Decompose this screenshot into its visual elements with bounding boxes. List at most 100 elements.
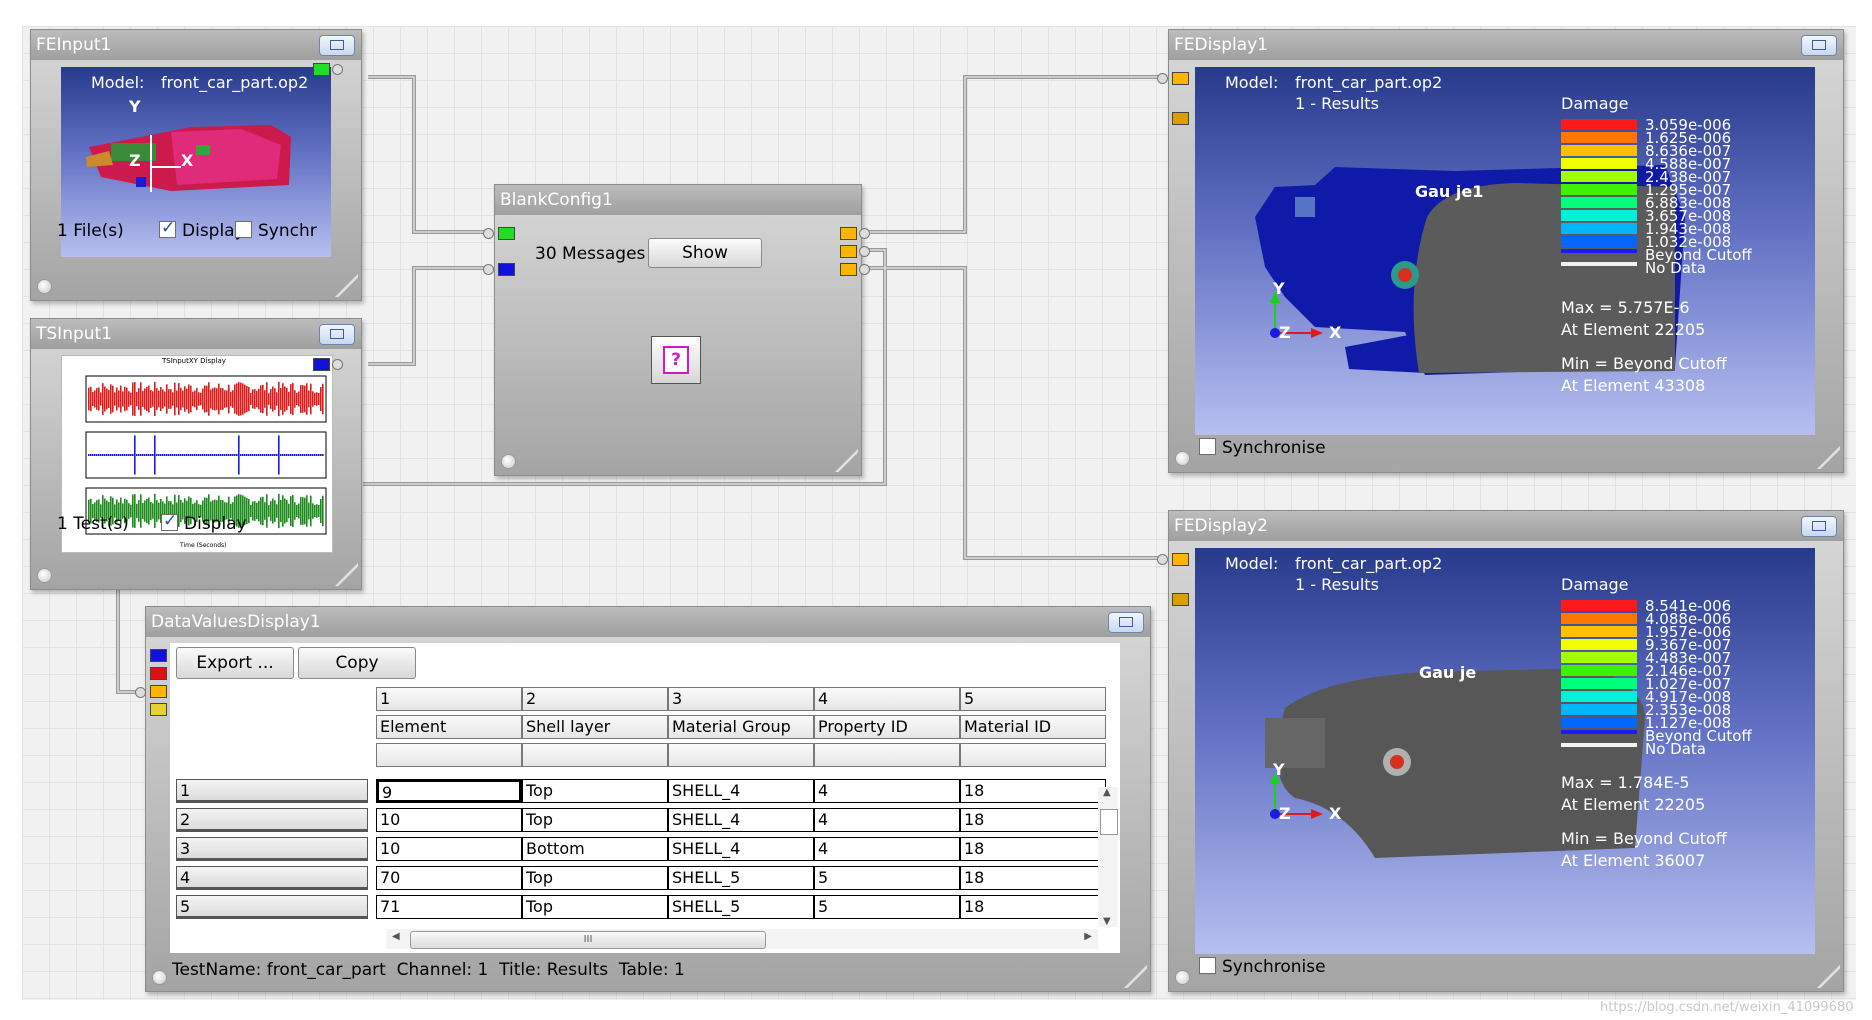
output-port-orange[interactable] (1172, 112, 1189, 125)
scroll-left-icon[interactable]: ◀ (392, 931, 400, 942)
row-header[interactable]: 4 (176, 866, 368, 890)
output-pin[interactable] (332, 64, 343, 75)
fe-display-2-title[interactable]: FEDisplay2 (1169, 511, 1843, 541)
table-cell[interactable]: 70 (376, 866, 522, 890)
table-cell[interactable]: 5 (814, 895, 960, 919)
column-filter-cell[interactable] (814, 743, 960, 767)
scroll-thumb[interactable]: III (410, 931, 766, 949)
resize-handle[interactable] (332, 560, 358, 586)
table-cell[interactable]: 18 (960, 837, 1106, 861)
column-name-header[interactable]: Element (376, 715, 522, 739)
row-header[interactable]: 2 (176, 808, 368, 832)
table-cell[interactable]: 10 (376, 808, 522, 832)
input-port-orange[interactable] (1172, 553, 1189, 566)
vertical-scrollbar[interactable]: ▲ ▼ (1098, 787, 1118, 927)
column-filter-cell[interactable] (960, 743, 1106, 767)
input-port-orange[interactable] (1172, 72, 1189, 85)
display-checkbox[interactable] (159, 218, 176, 238)
table-cell[interactable]: 18 (960, 866, 1106, 890)
display-checkbox[interactable] (161, 511, 178, 531)
column-number-header[interactable]: 3 (668, 687, 814, 711)
scroll-right-icon[interactable]: ▶ (1084, 931, 1092, 942)
output-port-orange[interactable] (840, 245, 857, 258)
table-cell[interactable]: SHELL_4 (668, 837, 814, 861)
table-cell[interactable]: SHELL_4 (668, 779, 814, 803)
output-pin[interactable] (332, 359, 343, 370)
synchronise-checkbox[interactable] (235, 221, 252, 238)
export-button[interactable]: Export ... (176, 647, 294, 679)
input-port-blue[interactable] (150, 649, 167, 662)
display-toggle[interactable]: Display (161, 511, 247, 534)
table-cell[interactable]: Top (522, 808, 668, 832)
resize-handle[interactable] (832, 446, 858, 472)
input-pin[interactable] (1157, 73, 1168, 84)
output-pin[interactable] (859, 246, 870, 257)
ts-input-title[interactable]: TSInput1 (31, 319, 361, 349)
table-cell[interactable]: Top (522, 779, 668, 803)
column-filter-cell[interactable] (522, 743, 668, 767)
table-cell[interactable]: Bottom (522, 837, 668, 861)
fe-input-title[interactable]: FEInput1 (31, 30, 361, 60)
table-cell[interactable]: 5 (814, 866, 960, 890)
ts-input-node[interactable]: TSInput1 TSInputXY Display Time (Seconds… (30, 318, 362, 590)
table-cell[interactable]: Top (522, 866, 668, 890)
resize-handle[interactable] (1814, 962, 1840, 988)
table-cell[interactable]: 9 (376, 779, 522, 803)
resize-handle[interactable] (1121, 962, 1147, 988)
synchronise-toggle[interactable]: Synchronise (1199, 957, 1326, 977)
input-port-yellow[interactable] (150, 703, 167, 716)
input-port-orange[interactable] (150, 685, 167, 698)
column-number-header[interactable]: 1 (376, 687, 522, 711)
table-cell[interactable]: SHELL_4 (668, 808, 814, 832)
input-pin[interactable] (483, 264, 494, 275)
synchronise-checkbox[interactable] (1199, 438, 1216, 455)
table-cell[interactable]: 18 (960, 779, 1106, 803)
column-name-header[interactable]: Property ID (814, 715, 960, 739)
output-port-blue[interactable] (313, 358, 330, 371)
column-name-header[interactable]: Material Group (668, 715, 814, 739)
input-port-red[interactable] (150, 667, 167, 680)
data-values-title[interactable]: DataValuesDisplay1 (146, 607, 1150, 637)
output-pin[interactable] (859, 264, 870, 275)
output-port-green[interactable] (313, 63, 330, 76)
blank-config-title[interactable]: BlankConfig1 (495, 185, 861, 215)
table-cell[interactable]: 18 (960, 895, 1106, 919)
table-cell[interactable]: 4 (814, 837, 960, 861)
input-pin[interactable] (135, 687, 146, 698)
maximize-button[interactable] (1108, 612, 1144, 633)
data-table[interactable]: 1 Element 2 Shell layer 3 Material Group 4 Prop… (176, 687, 1106, 921)
scroll-thumb[interactable] (1100, 809, 1118, 835)
output-pin[interactable] (859, 228, 870, 239)
blank-config-node[interactable]: BlankConfig1 30 Messages Show ? (483, 184, 870, 476)
row-header[interactable]: 5 (176, 895, 368, 919)
column-number-header[interactable]: 2 (522, 687, 668, 711)
synchronise-checkbox[interactable] (1199, 957, 1216, 974)
input-port-blue[interactable] (498, 263, 515, 276)
copy-button[interactable]: Copy (298, 647, 416, 679)
maximize-button[interactable] (1801, 516, 1837, 537)
synchronise-toggle[interactable]: Synchronise (1199, 438, 1326, 458)
column-name-header[interactable]: Shell layer (522, 715, 668, 739)
table-cell[interactable]: 4 (814, 808, 960, 832)
fe-display-2-node[interactable]: FEDisplay2 Model: front_car_part.op2 1 -… (1157, 510, 1844, 992)
column-name-header[interactable]: Material ID (960, 715, 1106, 739)
column-filter-cell[interactable] (376, 743, 522, 767)
table-cell[interactable]: Top (522, 895, 668, 919)
maximize-button[interactable] (319, 324, 355, 345)
display-toggle[interactable]: Display (159, 218, 245, 241)
table-cell[interactable]: 10 (376, 837, 522, 861)
row-header[interactable]: 3 (176, 837, 368, 861)
input-pin[interactable] (1157, 554, 1168, 565)
table-cell[interactable]: 4 (814, 779, 960, 803)
scroll-down-icon[interactable]: ▼ (1103, 916, 1111, 927)
resize-handle[interactable] (332, 271, 358, 297)
table-cell[interactable]: SHELL_5 (668, 895, 814, 919)
scroll-up-icon[interactable]: ▲ (1103, 787, 1111, 798)
synchronise-toggle[interactable]: Synchr (235, 221, 335, 241)
output-port-orange[interactable] (1172, 593, 1189, 606)
resize-handle[interactable] (1814, 443, 1840, 469)
table-cell[interactable]: 18 (960, 808, 1106, 832)
fe-display-1-viewport[interactable]: Model: front_car_part.op2 1 - Results Ga… (1195, 67, 1815, 435)
column-number-header[interactable]: 5 (960, 687, 1106, 711)
maximize-button[interactable] (319, 35, 355, 56)
